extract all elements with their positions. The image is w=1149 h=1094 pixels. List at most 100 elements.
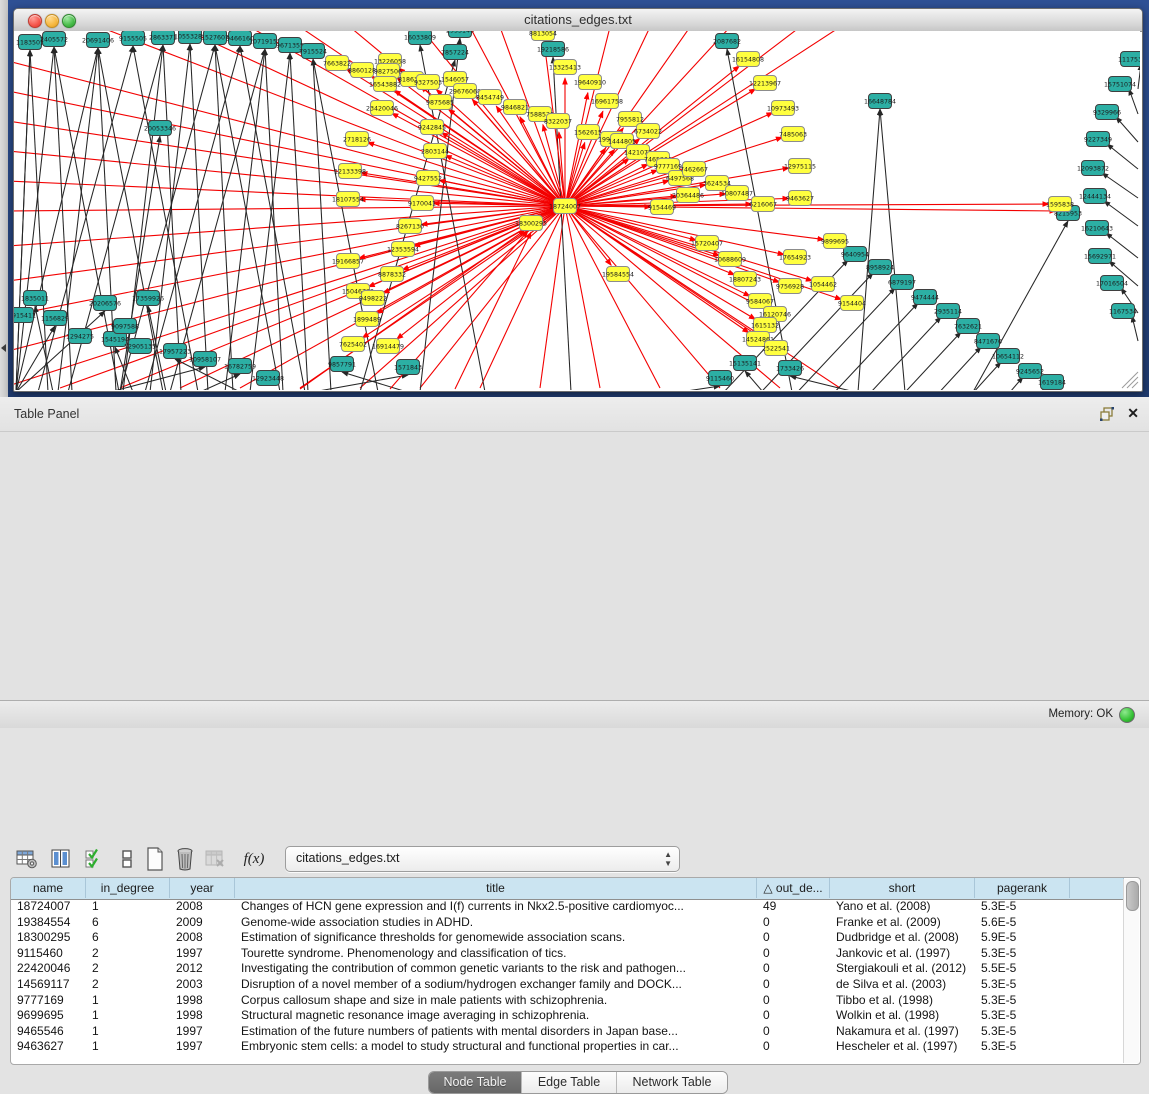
graph-node-label: 2863371 [149,34,177,41]
graph-node-label: 9227349 [1084,136,1112,143]
column-header-title[interactable]: title [235,878,757,898]
cell- [1070,1024,1124,1040]
graph-node-label: 1054462 [809,281,837,288]
cell- [1070,977,1124,993]
graph-node-label: 15692971 [1084,253,1116,260]
table-source-dropdown[interactable]: citations_edges.txt ▲▼ [285,846,680,872]
memory-ok-led[interactable] [1119,707,1135,723]
graph-node-label: 9584067 [746,298,774,305]
cell-out_de...: 49 [757,899,830,915]
graph-edge [940,347,981,390]
close-panel-button[interactable]: ✕ [1127,405,1139,422]
new-document-icon [145,847,165,871]
table-row[interactable]: 946362711997Embryonic stem cells: a mode… [11,1039,1124,1055]
table-row[interactable]: 1938455462009Genome-wide association stu… [11,915,1124,931]
cell-short: Dudbridge et al. (2008) [830,930,975,946]
graph-node-label: 8267130 [396,223,424,230]
graph-edge [871,317,941,390]
cell-pagerank: 5.3E-5 [975,946,1070,962]
cell-name: 9777169 [11,993,86,1009]
table-row[interactable]: 2242004622012Investigating the contribut… [11,961,1124,977]
table-row[interactable]: 1872400712008Changes of HCN gene express… [11,899,1124,915]
graph-edge [835,303,918,390]
resize-grip[interactable] [1127,377,1138,388]
table-row[interactable]: 1830029562008Estimation of significance … [11,930,1124,946]
graph-node-label: 9498222 [359,295,387,302]
graph-node-label: 1615132 [751,322,779,329]
table-panel-title: Table Panel [14,407,79,421]
graph-node-label: 20364486 [672,192,704,199]
scrollbar-thumb[interactable] [1126,881,1139,911]
graph-node-label: 12444134 [1079,193,1111,200]
column-header-out_de...[interactable]: △ out_de... [757,878,830,898]
tab-edge-table[interactable]: Edge Table [522,1072,617,1093]
collapse-arrow-icon[interactable] [1,344,6,352]
graph-node-label: 9327503 [414,79,442,86]
column-header-spacer[interactable] [1070,878,1124,898]
cell-name: 9463627 [11,1039,86,1055]
cell- [1070,993,1124,1009]
cell-out_de...: 0 [757,961,830,977]
cell-short: Yano et al. (2008) [830,899,975,915]
row-height-button[interactable] [112,844,142,874]
column-header-pagerank[interactable]: pagerank [975,878,1070,898]
cell-year: 2012 [170,961,235,977]
graph-node-label: 16154808 [732,56,764,63]
column-header-year[interactable]: year [170,878,235,898]
delete-column-button[interactable] [170,844,200,874]
cell-year: 1998 [170,993,235,1009]
graph-edge [313,59,331,390]
graph-node-label: 8860128 [348,67,376,74]
delete-table-button[interactable] [200,844,230,874]
vertical-scrollbar[interactable] [1123,879,1139,1063]
graph-node-label: 1117538 [1118,56,1140,63]
graph-node-label: 9899695 [821,238,849,245]
column-header-name[interactable]: name [11,878,86,898]
cell-short: Nakamura et al. (1997) [830,1024,975,1040]
network-desktop: citations_edges.txt 11835012405572206914… [0,0,1149,398]
function-builder-button[interactable]: f(x) [236,844,272,874]
table-row[interactable]: 1456911722003Disruption of a novel membe… [11,977,1124,993]
graph-edge [1138,64,1140,89]
cell- [1070,930,1124,946]
cell-title: Corpus callosum shape and size in male p… [235,993,757,1009]
tab-network-table[interactable]: Network Table [617,1072,727,1093]
graph-node-label: 1156829 [41,315,69,322]
network-window: citations_edges.txt 11835012405572206914… [13,8,1143,392]
graph-node-label: 1619184 [1038,379,1066,386]
column-header-in_degree[interactable]: in_degree [86,878,170,898]
network-canvas[interactable]: 1183501240557220691406915550528633711055… [14,31,1140,390]
graph-edge [1010,377,1023,390]
window-titlebar[interactable]: citations_edges.txt [14,9,1142,32]
cell-in_degree: 1 [86,1024,170,1040]
trash-icon [175,847,195,871]
graph-node-label: 12213967 [749,80,781,87]
status-bar: Memory: OK [0,700,1149,728]
cell- [1070,961,1124,977]
float-panel-button[interactable] [1099,406,1115,422]
graph-node-label: 9857791 [328,361,356,368]
table-row[interactable]: 977716911998Corpus callosum shape and si… [11,993,1124,1009]
cell-short: Jankovic et al. (1997) [830,946,975,962]
resize-grip[interactable] [1132,382,1138,388]
column-header-short[interactable]: short [830,878,975,898]
table-row[interactable]: 969969511998Structural magnetic resonanc… [11,1008,1124,1024]
tab-node-table[interactable]: Node Table [429,1072,522,1093]
graph-node-label: 12133398 [334,168,366,175]
graph-node-label: 9777169 [654,163,682,170]
select-columns-button[interactable] [80,844,110,874]
table-options-button[interactable] [12,844,42,874]
table-row[interactable]: 911546021997Tourette syndrome. Phenomeno… [11,946,1124,962]
show-columns-button[interactable] [46,844,76,874]
cell-title: Structural magnetic resonance image aver… [235,1008,757,1024]
table-row[interactable]: 946554611997Estimation of the future num… [11,1024,1124,1040]
cell-short: Tibbo et al. (1998) [830,993,975,1009]
graph-node-label: 15135141 [729,360,761,367]
cell-name: 9465546 [11,1024,86,1040]
table-type-tabs: Node TableEdge TableNetwork Table [428,1071,728,1094]
graph-edge [30,50,48,390]
graph-node-label: 9170041 [408,200,436,207]
create-column-button[interactable] [140,844,170,874]
graph-edge [150,44,190,390]
control-panel-collapsed-strip[interactable] [0,0,8,397]
